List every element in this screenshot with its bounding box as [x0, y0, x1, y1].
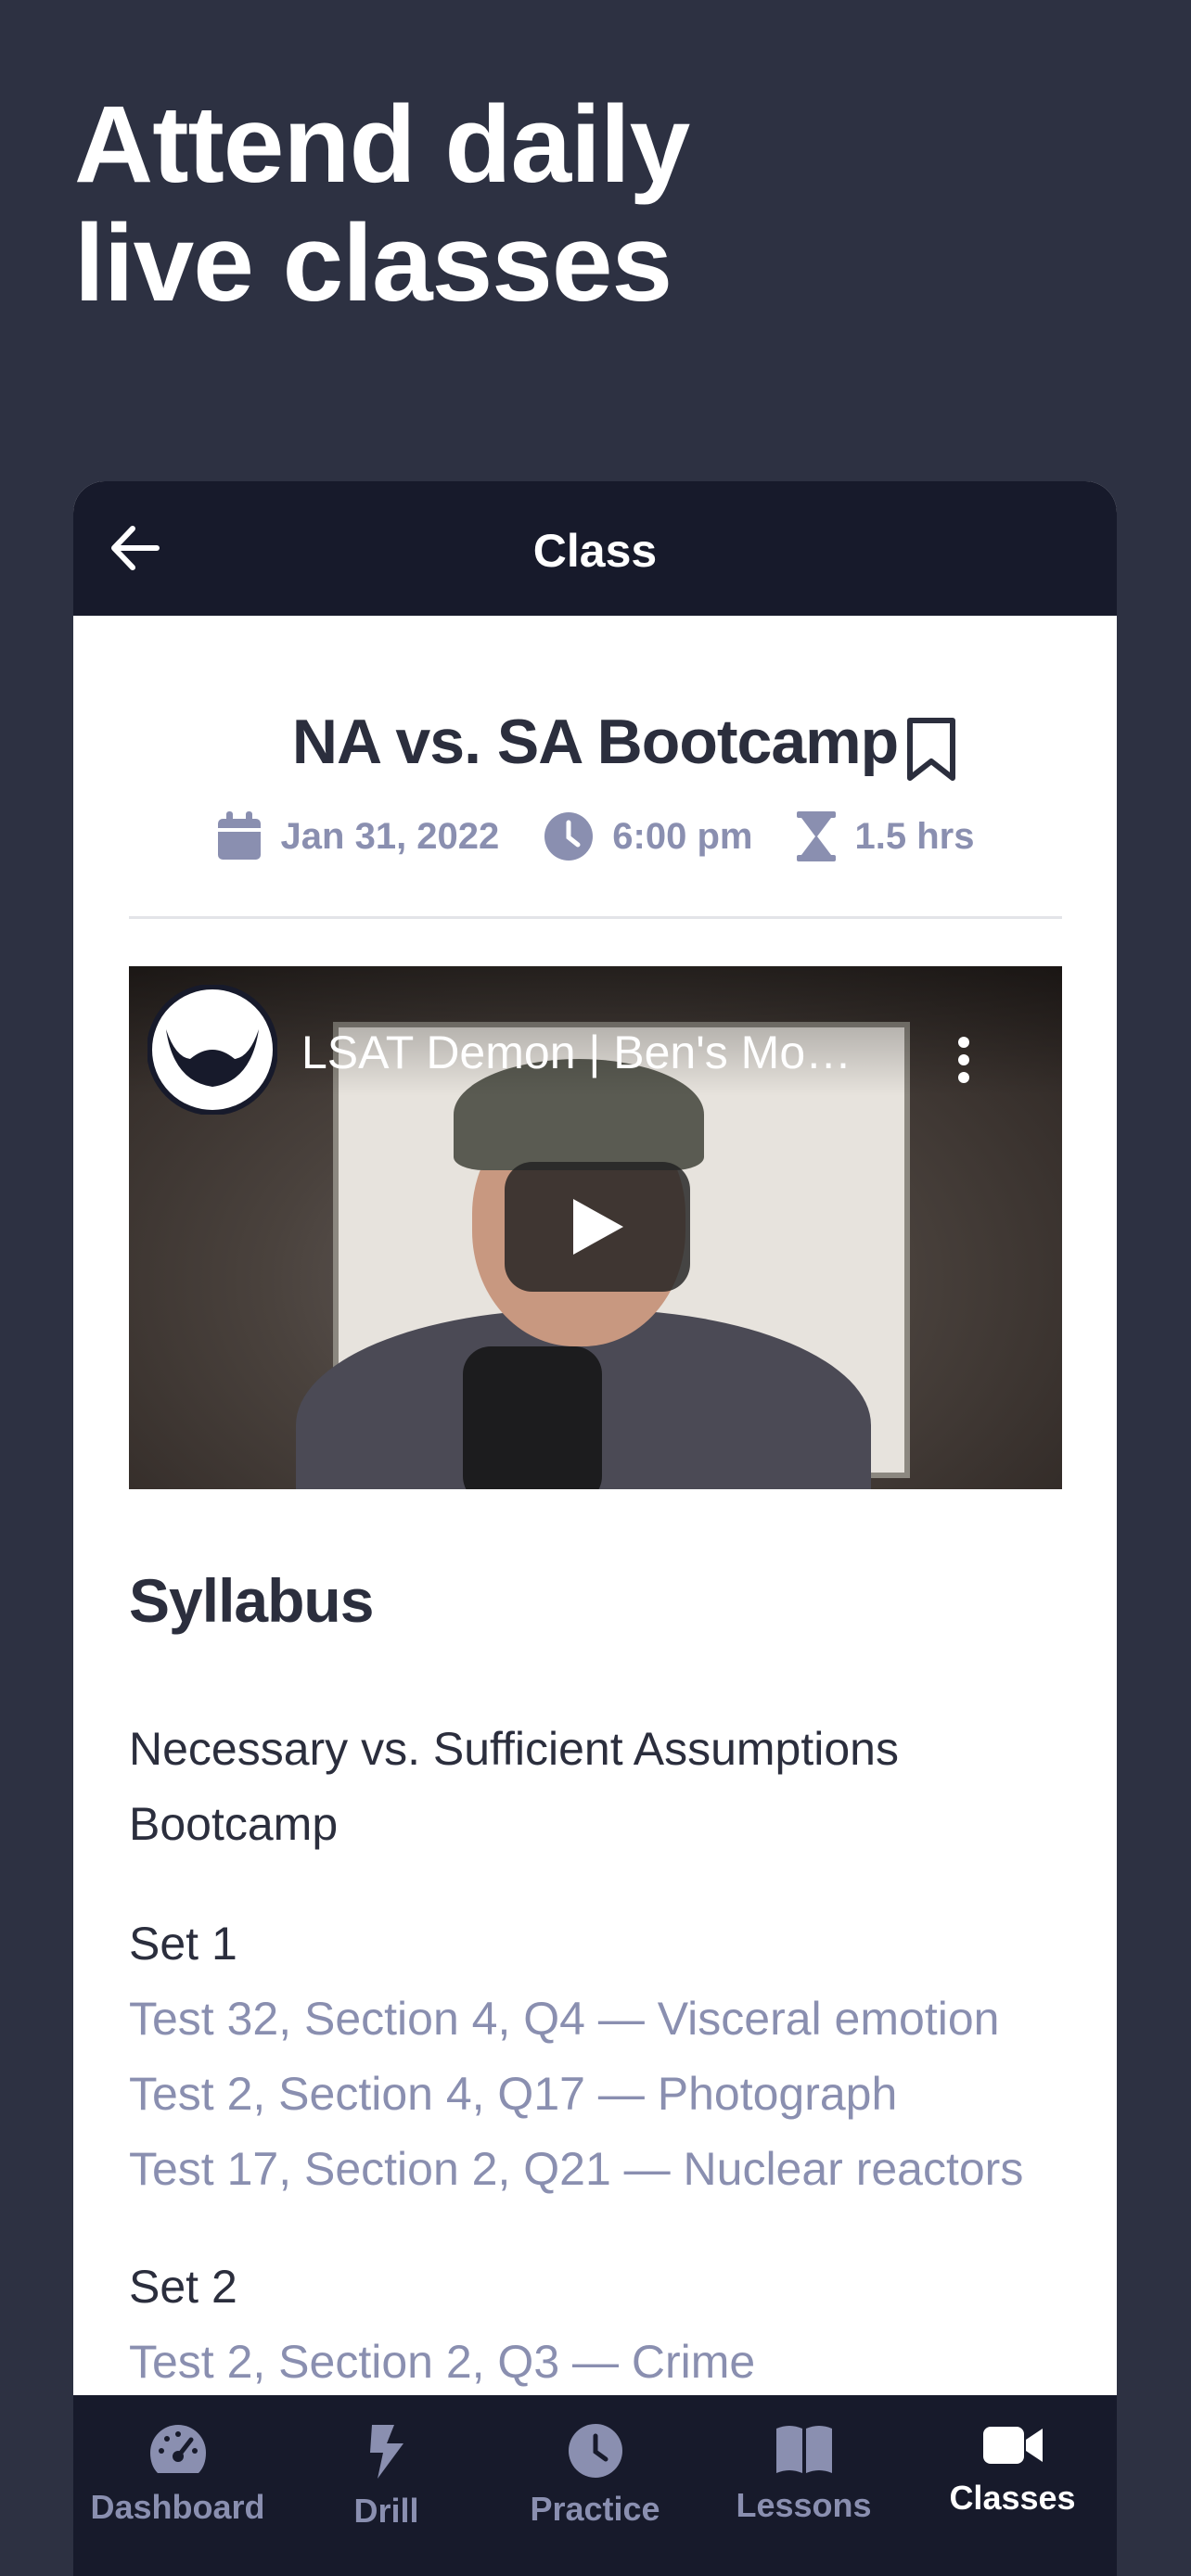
tab-classes-label: Classes [949, 2479, 1076, 2517]
more-vertical-icon [958, 1037, 969, 1083]
tab-dashboard[interactable]: Dashboard [73, 2395, 282, 2576]
question-link[interactable]: Test 2, Section 2, Q3 — Crime [129, 2335, 755, 2389]
hourglass-icon [797, 811, 837, 861]
top-bar: Class [73, 481, 1117, 616]
bookmark-icon [907, 718, 955, 781]
video-menu-button[interactable] [945, 1027, 982, 1092]
headline-line-1: Attend daily [74, 83, 690, 206]
syllabus-heading: Syllabus [129, 1566, 374, 1635]
screen-title: Class [532, 525, 658, 577]
question-link[interactable]: Test 2, Section 4, Q17 — Photograph [129, 2067, 897, 2121]
set-label: Set 2 [129, 2261, 237, 2313]
class-meta: Jan 31, 2022 6:00 pm 1.5 hrs [73, 804, 1117, 869]
tab-lessons-label: Lessons [736, 2486, 872, 2524]
book-icon [775, 2426, 832, 2473]
class-date: Jan 31, 2022 [280, 815, 500, 857]
demon-logo-icon [147, 985, 277, 1115]
syllabus-intro: Necessary vs. Sufficient Assumptions Boo… [129, 1723, 899, 1850]
calendar-icon [217, 811, 261, 860]
class-title: NA vs. SA Bootcamp [291, 707, 899, 777]
divider [129, 916, 1062, 919]
bookmark-button[interactable] [904, 717, 958, 784]
clock-icon [568, 2424, 622, 2478]
channel-avatar[interactable] [147, 985, 277, 1115]
tab-practice[interactable]: Practice [491, 2395, 699, 2576]
video-microphone [463, 1346, 602, 1489]
play-icon [573, 1199, 623, 1255]
tab-drill-label: Drill [353, 2492, 419, 2530]
tab-bar: Dashboard Drill Practice Lessons Classes [73, 2395, 1117, 2576]
class-screen: Class NA vs. SA Bootcamp Jan 31, 2022 6:… [73, 481, 1117, 2576]
tab-lessons[interactable]: Lessons [699, 2395, 908, 2576]
lightning-icon [369, 2425, 403, 2479]
question-link[interactable]: Test 32, Section 4, Q4 — Visceral emotio… [129, 1992, 999, 2046]
class-duration: 1.5 hrs [854, 815, 975, 857]
duration-item: 1.5 hrs [797, 811, 974, 861]
question-link[interactable]: Test 17, Section 2, Q21 — Nuclear reacto… [129, 2142, 1023, 2196]
tab-dashboard-label: Dashboard [90, 2488, 265, 2526]
headline-line-2: live classes [74, 202, 672, 325]
play-button[interactable] [505, 1162, 690, 1292]
video-camera-icon [982, 2427, 1043, 2464]
tab-practice-label: Practice [530, 2490, 660, 2528]
video-title: LSAT Demon | Ben's Mo… [301, 1027, 852, 1078]
time-item: 6:00 pm [544, 811, 752, 861]
headline: Attend daily live classes [74, 83, 690, 325]
tab-drill[interactable]: Drill [282, 2395, 491, 2576]
clock-icon [544, 812, 594, 861]
set-label: Set 1 [129, 1918, 237, 1970]
dashboard-icon [149, 2425, 206, 2473]
date-item: Jan 31, 2022 [216, 811, 500, 861]
video-player[interactable]: LSAT Demon | Ben's Mo… [129, 966, 1062, 1489]
class-time: 6:00 pm [612, 815, 753, 857]
tab-classes[interactable]: Classes [908, 2395, 1117, 2576]
